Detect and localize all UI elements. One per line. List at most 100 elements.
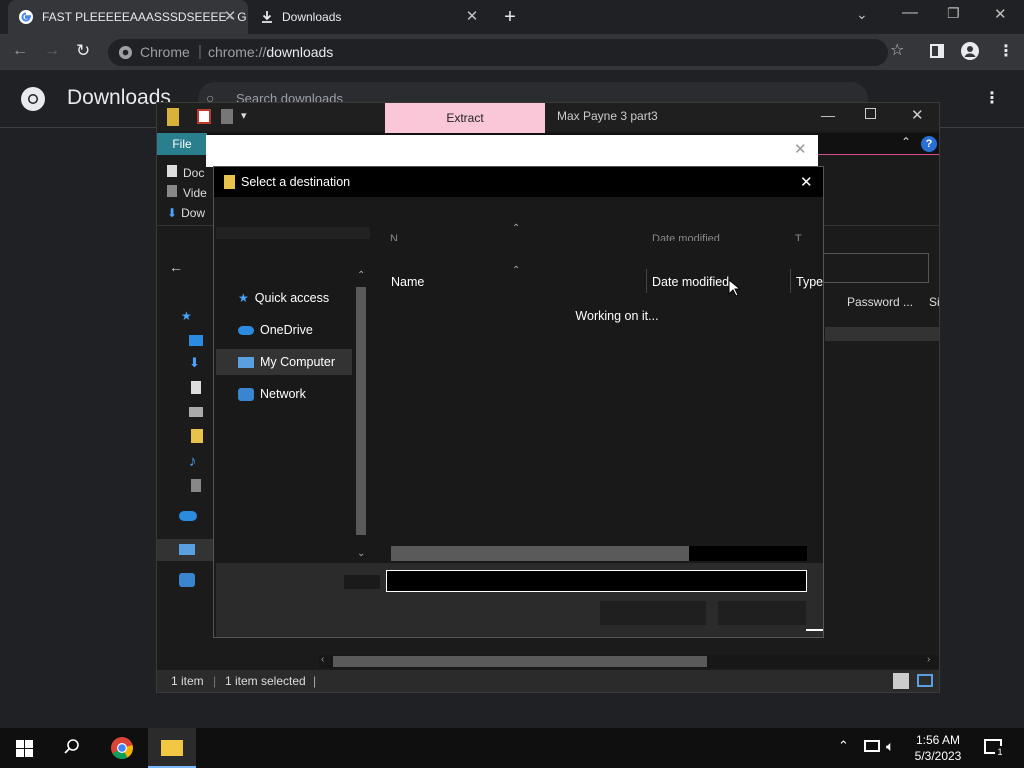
chevron-down-icon[interactable]: ⌄ — [856, 6, 868, 23]
notification-icon[interactable]: 1 — [984, 739, 1005, 758]
column-password[interactable]: Password ... — [847, 295, 913, 309]
dialog-close-button[interactable]: ✕ — [800, 173, 813, 191]
windows-start-icon[interactable] — [16, 740, 33, 757]
document-icon[interactable] — [221, 109, 233, 124]
tab-downloads[interactable]: Downloads ✕ — [250, 0, 490, 34]
music-icon[interactable]: ♪ — [189, 453, 197, 470]
search-box[interactable] — [823, 253, 929, 283]
nav-scrollbar[interactable]: ⌃ ⌄ — [354, 270, 368, 562]
nav-quick-access[interactable]: ★ Quick access — [216, 285, 352, 311]
network-icon — [238, 387, 254, 401]
profile-icon[interactable] — [961, 42, 979, 60]
file-list-hscrollbar[interactable] — [391, 546, 807, 561]
thumbnail-view-icon[interactable] — [917, 674, 933, 687]
omnibox[interactable]: Chrome | chrome://downloads — [108, 39, 888, 66]
scroll-down-icon[interactable]: ⌄ — [357, 548, 365, 559]
reload-button[interactable]: ↻ — [76, 41, 90, 61]
close-icon[interactable]: ✕ — [794, 140, 807, 158]
my-computer-tree-item[interactable] — [157, 539, 217, 561]
close-icon[interactable]: ✕ — [222, 9, 238, 25]
ghost-nav-strip — [216, 227, 370, 239]
tab-extract[interactable]: Extract — [385, 103, 545, 133]
nav-network[interactable]: Network — [216, 381, 352, 407]
close-icon[interactable]: ✕ — [464, 9, 480, 25]
status-item-count: 1 item — [171, 674, 204, 688]
scroll-thumb[interactable] — [333, 656, 707, 667]
menu-icon[interactable]: ⋮ — [998, 41, 1014, 61]
folder-name-input[interactable] — [386, 570, 807, 592]
chevron-up-icon[interactable]: ⌃ — [838, 738, 849, 754]
checklist-icon[interactable] — [197, 109, 211, 124]
column-type[interactable]: Type — [796, 275, 823, 289]
scroll-thumb[interactable] — [391, 546, 689, 561]
nav-label: OneDrive — [260, 323, 313, 337]
file-explorer-taskbar-button[interactable] — [148, 728, 196, 768]
status-selected: 1 item selected — [225, 674, 306, 688]
network-icon[interactable] — [179, 573, 195, 587]
chrome-taskbar-icon[interactable] — [110, 736, 134, 760]
window-close-button[interactable]: ✕ — [911, 106, 924, 124]
column-divider — [790, 269, 791, 293]
resize-grip[interactable] — [806, 629, 823, 631]
folder-icon — [224, 175, 235, 189]
select-destination-dialog: Select a destination ✕ N Date modified T… — [213, 166, 824, 638]
documents-icon[interactable] — [191, 381, 201, 394]
window-close-button[interactable]: ✕ — [994, 5, 1007, 23]
onedrive-icon[interactable] — [179, 511, 197, 521]
column-divider — [646, 269, 647, 293]
ghost-column-date: Date modified — [652, 233, 720, 241]
horizontal-scrollbar[interactable]: ‹ › — [319, 654, 939, 668]
navigation-pane: ★ Quick access OneDrive My Computer Netw… — [216, 271, 370, 561]
back-button[interactable]: ← — [12, 42, 28, 60]
downloads-icon[interactable]: ⬇ — [189, 355, 200, 371]
quick-access-icon[interactable]: ★ — [181, 309, 192, 323]
clock[interactable]: 1:56 AM 5/3/2023 — [908, 732, 968, 764]
back-arrow-icon[interactable]: ← — [169, 259, 183, 275]
scroll-thumb[interactable] — [356, 287, 366, 535]
downloads-menu-icon[interactable]: ⋮ — [984, 88, 1000, 108]
selected-row[interactable] — [825, 327, 939, 341]
folder-icon[interactable] — [191, 429, 203, 443]
videos-icon[interactable] — [191, 479, 201, 492]
pictures-icon[interactable] — [189, 407, 203, 417]
qat-dropdown-icon[interactable]: ▾ — [241, 109, 247, 122]
scroll-up-icon[interactable]: ⌃ — [357, 270, 365, 281]
volume-icon[interactable]: 🔈︎ — [886, 738, 894, 755]
forward-button[interactable]: → — [44, 42, 60, 60]
collapse-ribbon-icon[interactable]: ⌃ — [901, 135, 911, 149]
videos-item[interactable]: Vide — [167, 183, 207, 203]
column-date-modified[interactable]: Date modified — [652, 275, 729, 289]
tab-title: FAST PLEEEEEAAASSSDSEEEE - G — [42, 10, 247, 24]
details-view-icon[interactable] — [893, 673, 909, 689]
documents-item[interactable]: Doc — [167, 163, 207, 183]
desktop-icon[interactable] — [189, 335, 203, 346]
site-label: Chrome — [140, 44, 190, 60]
tab-strip: FAST PLEEEEEAAASSSDSEEEE - G ✕ Downloads… — [0, 0, 1024, 34]
file-tab[interactable]: File — [157, 133, 207, 155]
nav-my-computer[interactable]: My Computer — [216, 349, 352, 375]
status-bar: 1 item | 1 item selected | — [157, 670, 939, 692]
network-status-icon[interactable] — [864, 740, 880, 752]
restore-button[interactable]: ❐ — [947, 5, 960, 22]
side-panel-icon[interactable] — [930, 44, 944, 58]
downloads-item[interactable]: ⬇ Dow — [167, 203, 207, 223]
column-size[interactable]: Si — [929, 295, 940, 309]
chrome-icon — [118, 45, 133, 60]
working-status: Working on it... — [575, 309, 659, 323]
star-icon[interactable]: ☆ — [890, 40, 904, 60]
nav-label: Network — [260, 387, 306, 401]
search-icon[interactable] — [63, 738, 81, 756]
new-tab-button[interactable]: + — [500, 7, 520, 27]
help-icon[interactable]: ? — [921, 136, 937, 152]
select-folder-button[interactable] — [600, 601, 706, 625]
cancel-button[interactable] — [718, 601, 806, 625]
tab-fast[interactable]: FAST PLEEEEEAAASSSDSEEEE - G ✕ — [8, 0, 248, 34]
status-divider: | — [313, 674, 317, 688]
status-divider: | — [213, 674, 217, 688]
maximize-button[interactable] — [865, 108, 876, 119]
minimize-button[interactable]: — — [902, 4, 918, 22]
nav-onedrive[interactable]: OneDrive — [216, 317, 352, 343]
column-name[interactable]: Name — [391, 275, 424, 289]
minimize-button[interactable]: — — [821, 107, 835, 123]
taskbar: ⌃ 🔈︎ 1:56 AM 5/3/2023 1 — [0, 728, 1024, 768]
